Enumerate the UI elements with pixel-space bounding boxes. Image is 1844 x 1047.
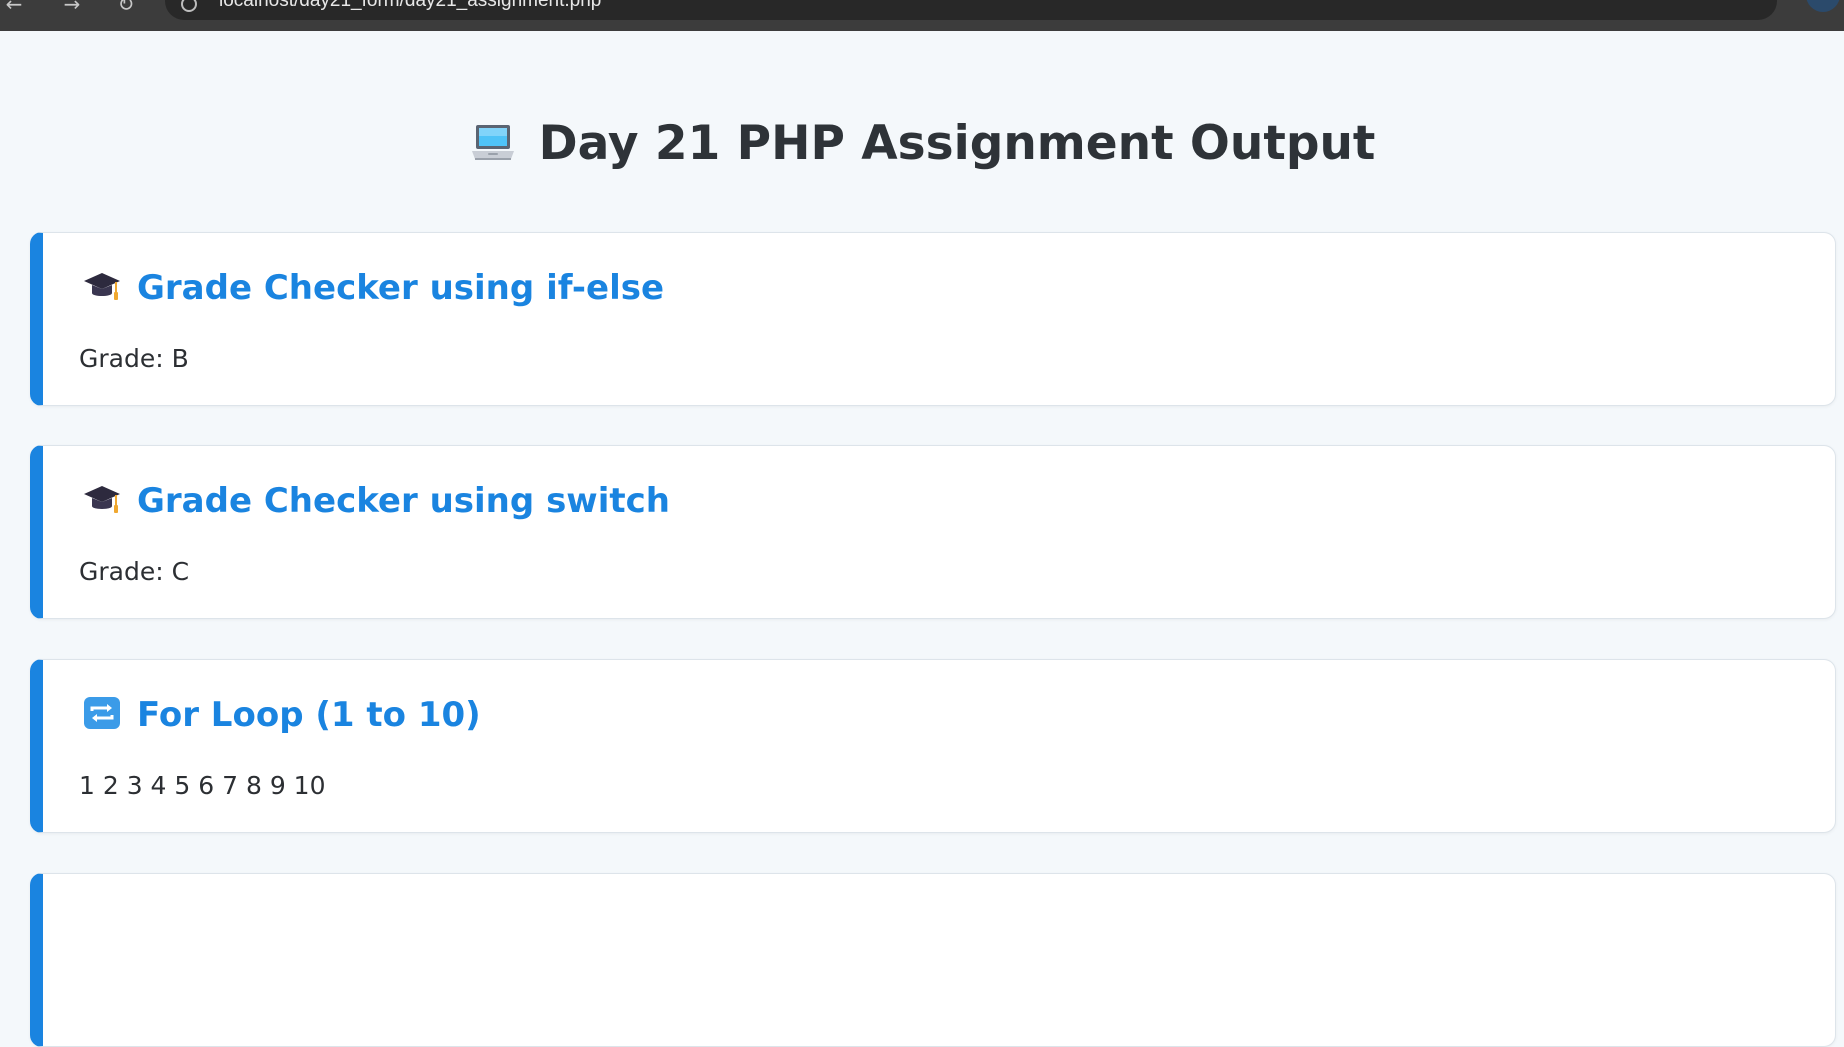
section-heading-text: Grade Checker using if-else — [137, 268, 665, 308]
section-output: Grade: C — [79, 557, 190, 586]
page-title: Day 21 PHP Assignment Output — [0, 113, 1844, 175]
section-heading: For Loop (1 to 10) — [83, 693, 481, 737]
section-heading: Grade Checker using if-else — [83, 266, 664, 310]
profile-avatar[interactable] — [1806, 0, 1840, 12]
laptop-icon — [471, 125, 514, 160]
page-content: Day 21 PHP Assignment Output Grade Check… — [0, 31, 1844, 1047]
section-card-partial — [30, 873, 1836, 1047]
section-card-if-else: Grade Checker using if-else Grade: B — [30, 232, 1836, 406]
graduation-cap-icon — [84, 273, 120, 300]
page-title-text: Day 21 PHP Assignment Output — [538, 116, 1376, 171]
section-heading: Grade Checker using switch — [83, 479, 670, 523]
site-info-icon[interactable] — [181, 0, 197, 12]
address-bar[interactable]: localhost/day21_form/day21_assignment.ph… — [165, 0, 1777, 20]
section-output: Grade: B — [79, 344, 189, 373]
browser-toolbar: ← → ↻ localhost/day21_form/day21_assignm… — [0, 0, 1844, 31]
section-card-switch: Grade Checker using switch Grade: C — [30, 445, 1836, 619]
reload-icon[interactable]: ↻ — [112, 0, 140, 18]
section-heading-text: For Loop (1 to 10) — [137, 695, 481, 735]
section-card-for-loop: For Loop (1 to 10) 1 2 3 4 5 6 7 8 9 10 — [30, 659, 1836, 833]
repeat-arrows-icon — [84, 697, 120, 729]
bookmark-star-icon[interactable]: ★ — [1729, 0, 1749, 4]
forward-icon[interactable]: → — [58, 0, 86, 18]
graduation-cap-icon — [84, 486, 120, 513]
url-text[interactable]: localhost/day21_form/day21_assignment.ph… — [219, 0, 601, 12]
back-icon[interactable]: ← — [0, 0, 28, 18]
section-heading-text: Grade Checker using switch — [137, 481, 670, 521]
section-output: 1 2 3 4 5 6 7 8 9 10 — [79, 771, 326, 800]
